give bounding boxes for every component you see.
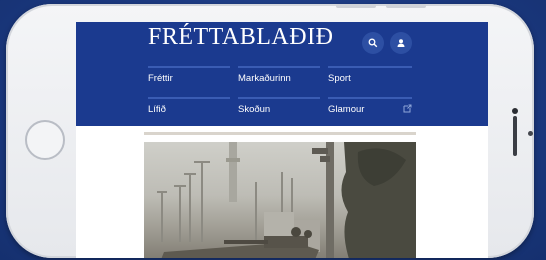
- phone-screen: FRÉTTABLAÐIÐ Fréttir Markaðurinn Sport L…: [76, 22, 488, 258]
- nav-item-sport[interactable]: Sport: [328, 66, 412, 92]
- nav-item-markadurinn[interactable]: Markaðurinn: [238, 66, 320, 92]
- nav-item-skodun[interactable]: Skoðun: [238, 97, 320, 123]
- nav-item-label: Fréttir: [148, 73, 173, 84]
- nav-item-frettir[interactable]: Fréttir: [148, 66, 230, 92]
- nav-item-glamour[interactable]: Glamour: [328, 97, 412, 123]
- volume-button: [336, 4, 376, 8]
- front-camera: [512, 108, 518, 114]
- nav-item-label: Lífið: [148, 104, 166, 115]
- site-logo[interactable]: FRÉTTABLAÐIÐ: [148, 24, 333, 51]
- nav-item-label: Markaðurinn: [238, 73, 291, 84]
- user-button[interactable]: [390, 32, 412, 54]
- site-header: FRÉTTABLAÐIÐ Fréttir Markaðurinn Sport L…: [76, 22, 488, 126]
- sensor: [528, 131, 533, 136]
- nav-item-lifid[interactable]: Lífið: [148, 97, 230, 123]
- user-icon: [397, 39, 405, 47]
- external-link-icon: [403, 104, 412, 113]
- nav-item-label: Glamour: [328, 104, 365, 115]
- home-button[interactable]: [25, 120, 65, 160]
- search-icon: [368, 38, 378, 48]
- nav-item-label: Skoðun: [238, 104, 271, 115]
- earpiece-speaker: [513, 116, 517, 156]
- hero-photo-illustration: [157, 142, 416, 258]
- phone-frame: FRÉTTABLAÐIÐ Fréttir Markaðurinn Sport L…: [6, 4, 534, 258]
- search-button[interactable]: [362, 32, 384, 54]
- volume-button: [386, 4, 426, 8]
- nav-item-label: Sport: [328, 73, 351, 84]
- content-divider: [144, 132, 416, 135]
- article-hero-image[interactable]: [144, 142, 416, 258]
